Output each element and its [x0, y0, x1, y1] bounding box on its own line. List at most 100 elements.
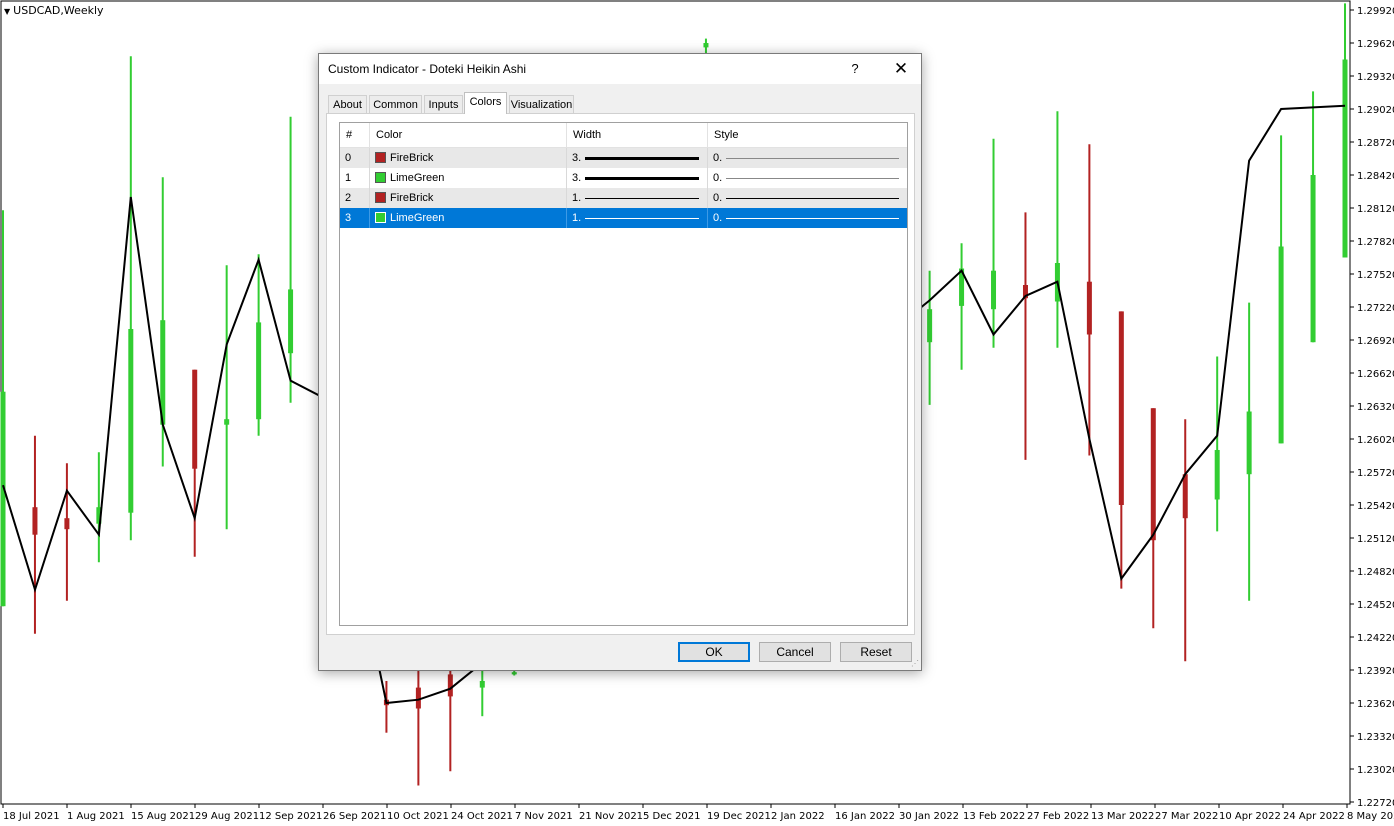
price-label: 1.23320	[1357, 732, 1394, 743]
date-label: 18 Jul 2021	[3, 811, 60, 822]
width-line-preview	[585, 218, 699, 219]
candle-body	[991, 270, 997, 310]
tab-inputs[interactable]: Inputs	[424, 95, 463, 113]
price-label: 1.26320	[1357, 402, 1394, 413]
price-label: 1.22720	[1357, 798, 1394, 809]
price-label: 1.26020	[1357, 435, 1394, 446]
date-label: 7 Nov 2021	[515, 811, 573, 822]
row-index: 2	[340, 188, 370, 208]
width-value: 1.	[572, 212, 582, 224]
width-value: 3.	[572, 152, 582, 164]
candle-body	[1118, 311, 1124, 505]
tab-about[interactable]: About	[328, 95, 367, 113]
cancel-button[interactable]: Cancel	[759, 642, 831, 662]
date-label: 19 Dec 2021	[707, 811, 771, 822]
color-row-3[interactable]: 3 LimeGreen 1. 0.	[340, 208, 907, 228]
color-name: FireBrick	[390, 152, 434, 164]
colors-panel: # Color Width Style 0 FireBrick 3. 0. 1 …	[326, 113, 915, 635]
date-label: 21 Nov 2021	[579, 811, 643, 822]
dialog-titlebar[interactable]: Custom Indicator - Doteki Heikin Ashi ? …	[319, 54, 921, 84]
price-label: 1.29020	[1357, 105, 1394, 116]
candle-body	[1150, 408, 1156, 541]
width-cell[interactable]: 1.	[567, 208, 708, 228]
style-line-preview	[726, 178, 899, 179]
price-label: 1.27220	[1357, 303, 1394, 314]
color-name: LimeGreen	[390, 172, 445, 184]
width-cell[interactable]: 3.	[567, 148, 708, 168]
dropdown-triangle-icon: ▼	[4, 7, 11, 16]
candle-body	[1342, 59, 1348, 258]
price-label: 1.23920	[1357, 666, 1394, 677]
candle-body	[703, 43, 709, 48]
candle-body	[479, 681, 485, 688]
color-swatch	[375, 172, 386, 183]
style-value: 0.	[713, 192, 723, 204]
color-swatch	[375, 152, 386, 163]
style-value: 0.	[713, 172, 723, 184]
date-label: 10 Apr 2022	[1219, 811, 1281, 822]
price-label: 1.24520	[1357, 600, 1394, 611]
reset-button[interactable]: Reset	[840, 642, 912, 662]
price-label: 1.23620	[1357, 699, 1394, 710]
tab-visualization[interactable]: Visualization	[509, 95, 574, 113]
date-label: 1 Aug 2021	[67, 811, 125, 822]
candle-body	[128, 329, 134, 513]
row-index: 1	[340, 168, 370, 188]
color-swatch	[375, 192, 386, 203]
help-button[interactable]: ?	[839, 54, 871, 84]
color-row-2[interactable]: 2 FireBrick 1. 0.	[340, 188, 907, 208]
style-line-preview	[726, 158, 899, 159]
tab-colors[interactable]: Colors	[464, 92, 507, 114]
date-label: 16 Jan 2022	[835, 811, 895, 822]
style-value: 0.	[713, 152, 723, 164]
symbol-label[interactable]: ▼ USDCAD,Weekly	[4, 4, 104, 17]
resize-grip-icon[interactable]: ⋰	[911, 660, 919, 668]
header-index[interactable]: #	[340, 123, 370, 147]
dialog-title: Custom Indicator - Doteki Heikin Ashi	[328, 62, 527, 76]
price-label: 1.24820	[1357, 567, 1394, 578]
custom-indicator-dialog: Custom Indicator - Doteki Heikin Ashi ? …	[318, 53, 922, 671]
candle-body	[224, 419, 230, 425]
width-cell[interactable]: 1.	[567, 188, 708, 208]
color-cell[interactable]: LimeGreen	[370, 168, 567, 188]
row-index: 3	[340, 208, 370, 228]
style-cell[interactable]: 0.	[708, 168, 907, 188]
width-value: 1.	[572, 192, 582, 204]
color-row-1[interactable]: 1 LimeGreen 3. 0.	[340, 168, 907, 188]
date-label: 15 Aug 2021	[131, 811, 195, 822]
price-label: 1.26920	[1357, 336, 1394, 347]
price-label: 1.25420	[1357, 501, 1394, 512]
style-line-preview	[726, 198, 899, 199]
candle-body	[64, 518, 70, 530]
candle-body	[288, 289, 294, 354]
price-label: 1.28420	[1357, 171, 1394, 182]
candle-body	[256, 322, 262, 420]
style-cell[interactable]: 0.	[708, 208, 907, 228]
header-style[interactable]: Style	[708, 123, 907, 147]
style-cell[interactable]: 0.	[708, 148, 907, 168]
ok-button[interactable]: OK	[678, 642, 750, 662]
price-label: 1.29920	[1357, 6, 1394, 17]
color-cell[interactable]: LimeGreen	[370, 208, 567, 228]
candle-body	[1182, 474, 1188, 519]
color-name: LimeGreen	[390, 212, 445, 224]
date-label: 24 Apr 2022	[1283, 811, 1345, 822]
date-label: 26 Sep 2021	[323, 811, 386, 822]
header-color[interactable]: Color	[370, 123, 567, 147]
color-name: FireBrick	[390, 192, 434, 204]
color-cell[interactable]: FireBrick	[370, 148, 567, 168]
color-cell[interactable]: FireBrick	[370, 188, 567, 208]
date-label: 2 Jan 2022	[771, 811, 825, 822]
close-button[interactable]: ✕	[881, 54, 921, 84]
width-cell[interactable]: 3.	[567, 168, 708, 188]
candle-body	[447, 674, 453, 697]
style-cell[interactable]: 0.	[708, 188, 907, 208]
date-label: 27 Feb 2022	[1027, 811, 1089, 822]
date-label: 13 Mar 2022	[1091, 811, 1154, 822]
width-value: 3.	[572, 172, 582, 184]
color-row-0[interactable]: 0 FireBrick 3. 0.	[340, 148, 907, 168]
header-width[interactable]: Width	[567, 123, 708, 147]
date-label: 24 Oct 2021	[451, 811, 513, 822]
price-label: 1.27820	[1357, 237, 1394, 248]
tab-common[interactable]: Common	[369, 95, 422, 113]
